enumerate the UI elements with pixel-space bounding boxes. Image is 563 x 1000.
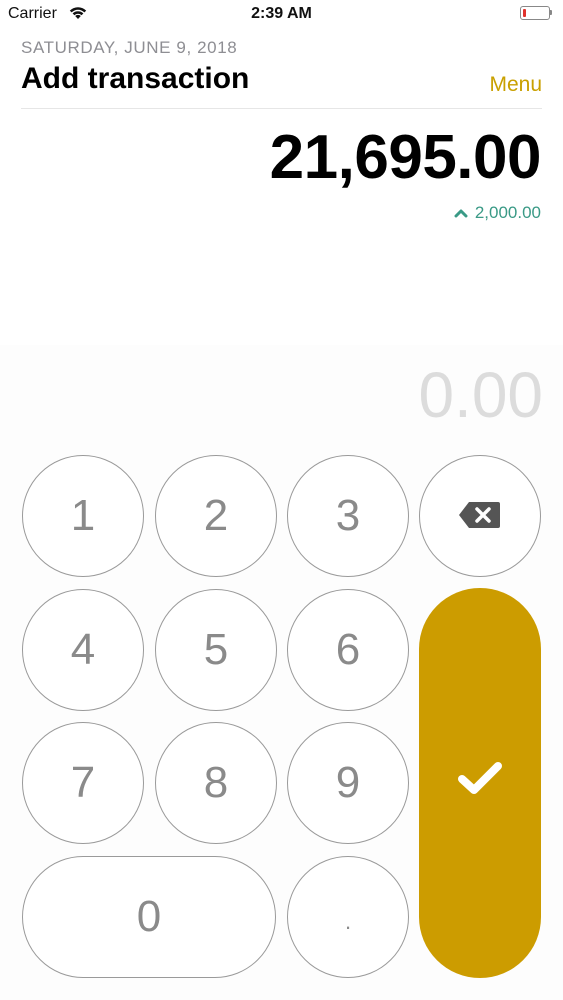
- caret-up-icon: [454, 203, 468, 223]
- balance-change-value: 2,000.00: [474, 203, 541, 222]
- confirm-button[interactable]: [419, 588, 541, 978]
- key-0[interactable]: 0: [22, 856, 276, 978]
- date-label: SATURDAY, JUNE 9, 2018: [21, 38, 238, 57]
- key-4[interactable]: 4: [22, 589, 144, 711]
- key-6[interactable]: 6: [287, 589, 409, 711]
- balance-amount: 21,695.00: [269, 123, 542, 192]
- backspace-icon: [458, 491, 502, 541]
- page-title: Add transaction: [21, 62, 250, 95]
- key-7[interactable]: 7: [22, 722, 144, 844]
- key-1[interactable]: 1: [22, 455, 144, 577]
- battery-icon: [520, 6, 552, 20]
- backspace-button[interactable]: [419, 455, 541, 577]
- key-8[interactable]: 8: [155, 722, 277, 844]
- key-2[interactable]: 2: [155, 455, 277, 577]
- status-bar: Carrier 2:39 AM: [0, 0, 563, 30]
- checkmark-icon: [455, 758, 505, 809]
- key-9[interactable]: 9: [287, 722, 409, 844]
- clock-time: 2:39 AM: [251, 5, 312, 22]
- header-divider: [21, 108, 542, 109]
- key-decimal[interactable]: .: [287, 856, 409, 978]
- add-transaction-screen: Carrier 2:39 AM SATURDAY, JUNE 9, 2018 A…: [0, 0, 563, 1000]
- amount-entry-display: 0.00: [418, 359, 543, 431]
- balance-change: 2,000.00: [454, 203, 541, 223]
- menu-button[interactable]: Menu: [489, 73, 542, 97]
- key-5[interactable]: 5: [155, 589, 277, 711]
- key-3[interactable]: 3: [287, 455, 409, 577]
